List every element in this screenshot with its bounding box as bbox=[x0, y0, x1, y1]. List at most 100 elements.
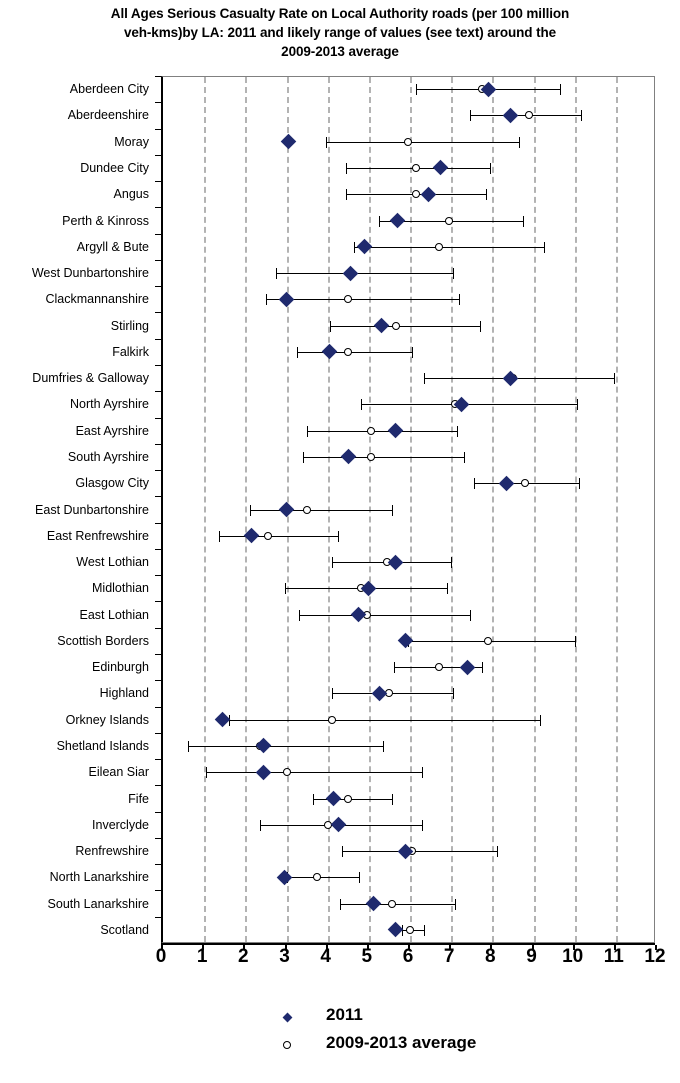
category-label: Midlothian bbox=[92, 581, 149, 596]
data-row bbox=[161, 679, 655, 707]
marker-2011 bbox=[330, 816, 346, 833]
category-label: Eilean Siar bbox=[88, 765, 149, 780]
marker-average-2009-2013 bbox=[303, 505, 312, 514]
marker-2011 bbox=[278, 501, 295, 518]
range-cap-low bbox=[346, 162, 348, 174]
range-cap-low bbox=[284, 583, 286, 595]
range-cap-high bbox=[447, 583, 449, 595]
marker-2011 bbox=[387, 554, 404, 570]
title-line-1: All Ages Serious Casualty Rate on Local … bbox=[110, 6, 570, 21]
category-label: Dundee City bbox=[80, 160, 149, 175]
marker-2011 bbox=[256, 764, 272, 780]
range-line bbox=[340, 903, 456, 905]
range-line bbox=[249, 509, 392, 511]
marker-average-2009-2013 bbox=[434, 242, 443, 251]
marker-average-2009-2013 bbox=[264, 531, 273, 540]
data-row bbox=[161, 811, 655, 839]
legend-item: 2009-2013 average bbox=[280, 1033, 640, 1063]
range-cap-low bbox=[329, 320, 331, 332]
data-row bbox=[161, 443, 655, 471]
category-label: Dumfries & Galloway bbox=[32, 371, 149, 386]
marker-2011 bbox=[361, 580, 377, 597]
marker-2011 bbox=[373, 317, 390, 334]
marker-2011 bbox=[503, 370, 519, 386]
marker-2011 bbox=[322, 344, 338, 360]
marker-2011 bbox=[459, 659, 476, 675]
range-line bbox=[228, 719, 540, 721]
category-label: Inverclyde bbox=[92, 817, 149, 832]
legend-item: 2011 bbox=[280, 1005, 640, 1035]
range-cap-low bbox=[360, 399, 362, 411]
data-row bbox=[161, 522, 655, 550]
data-row bbox=[161, 364, 655, 392]
range-line bbox=[342, 851, 497, 853]
data-series-layer bbox=[161, 76, 655, 943]
range-cap-low bbox=[303, 451, 305, 463]
range-line bbox=[296, 351, 413, 353]
page-title: All Ages Serious Casualty Rate on Local … bbox=[0, 4, 680, 61]
data-row bbox=[161, 312, 655, 340]
legend-diamond-icon bbox=[282, 1012, 293, 1023]
marker-average-2009-2013 bbox=[327, 715, 336, 724]
category-label: South Lanarkshire bbox=[47, 896, 149, 911]
marker-2011 bbox=[433, 160, 449, 176]
category-label: Orkney Islands bbox=[65, 712, 149, 727]
data-row bbox=[161, 837, 655, 865]
data-row bbox=[161, 785, 655, 813]
category-label: Highland bbox=[99, 686, 149, 701]
data-row bbox=[161, 601, 655, 629]
category-label: West Lothian bbox=[76, 555, 149, 570]
x-axis-tick-label: 11 bbox=[603, 946, 624, 967]
range-cap-low bbox=[259, 819, 261, 831]
marker-average-2009-2013 bbox=[445, 216, 454, 225]
marker-average-2009-2013 bbox=[434, 663, 443, 672]
range-cap-low bbox=[354, 241, 356, 253]
data-row bbox=[161, 627, 655, 655]
range-line bbox=[424, 378, 614, 380]
range-cap-low bbox=[307, 425, 309, 437]
category-label: Glasgow City bbox=[75, 476, 149, 491]
marker-2011 bbox=[480, 81, 497, 97]
marker-average-2009-2013 bbox=[412, 163, 421, 172]
range-cap-low bbox=[313, 793, 315, 805]
data-row bbox=[161, 916, 655, 944]
range-line bbox=[303, 456, 464, 458]
category-label: Scotland bbox=[100, 922, 149, 937]
marker-2011 bbox=[356, 238, 373, 255]
range-cap-high bbox=[412, 346, 414, 358]
range-cap-low bbox=[296, 346, 298, 358]
category-label: Renfrewshire bbox=[75, 844, 149, 859]
x-axis-tick-label: 4 bbox=[320, 946, 331, 967]
range-line bbox=[325, 141, 520, 143]
range-cap-high bbox=[422, 767, 424, 779]
range-cap-high bbox=[486, 189, 488, 201]
x-axis-tick-label: 5 bbox=[361, 946, 373, 967]
range-line bbox=[307, 430, 458, 432]
category-label: East Renfrewshire bbox=[46, 528, 149, 543]
data-row bbox=[161, 706, 655, 734]
data-row bbox=[161, 101, 655, 129]
range-cap-low bbox=[331, 557, 333, 569]
range-cap-high bbox=[578, 478, 580, 490]
category-label: Clackmannanshire bbox=[45, 292, 149, 307]
range-cap-high bbox=[459, 294, 461, 306]
x-axis-tick-label: 7 bbox=[443, 946, 455, 967]
marker-2011 bbox=[276, 869, 293, 886]
marker-2011 bbox=[243, 527, 260, 544]
marker-2011 bbox=[278, 291, 295, 308]
range-cap-low bbox=[340, 898, 342, 910]
range-cap-low bbox=[249, 504, 251, 516]
y-axis-category-labels: Aberdeen City Aberdeenshire Moray Dundee Ci… bbox=[0, 76, 161, 943]
range-cap-low bbox=[416, 84, 418, 96]
range-cap-low bbox=[473, 478, 475, 490]
marker-2011 bbox=[340, 449, 357, 465]
x-axis-tick-label: 2 bbox=[238, 946, 249, 967]
data-row bbox=[161, 233, 655, 261]
data-row bbox=[161, 496, 655, 524]
marker-average-2009-2013 bbox=[525, 111, 534, 120]
data-row bbox=[161, 390, 655, 418]
range-cap-high bbox=[391, 793, 393, 805]
marker-2011 bbox=[256, 738, 272, 754]
range-cap-high bbox=[496, 846, 498, 858]
marker-average-2009-2013 bbox=[406, 925, 415, 934]
